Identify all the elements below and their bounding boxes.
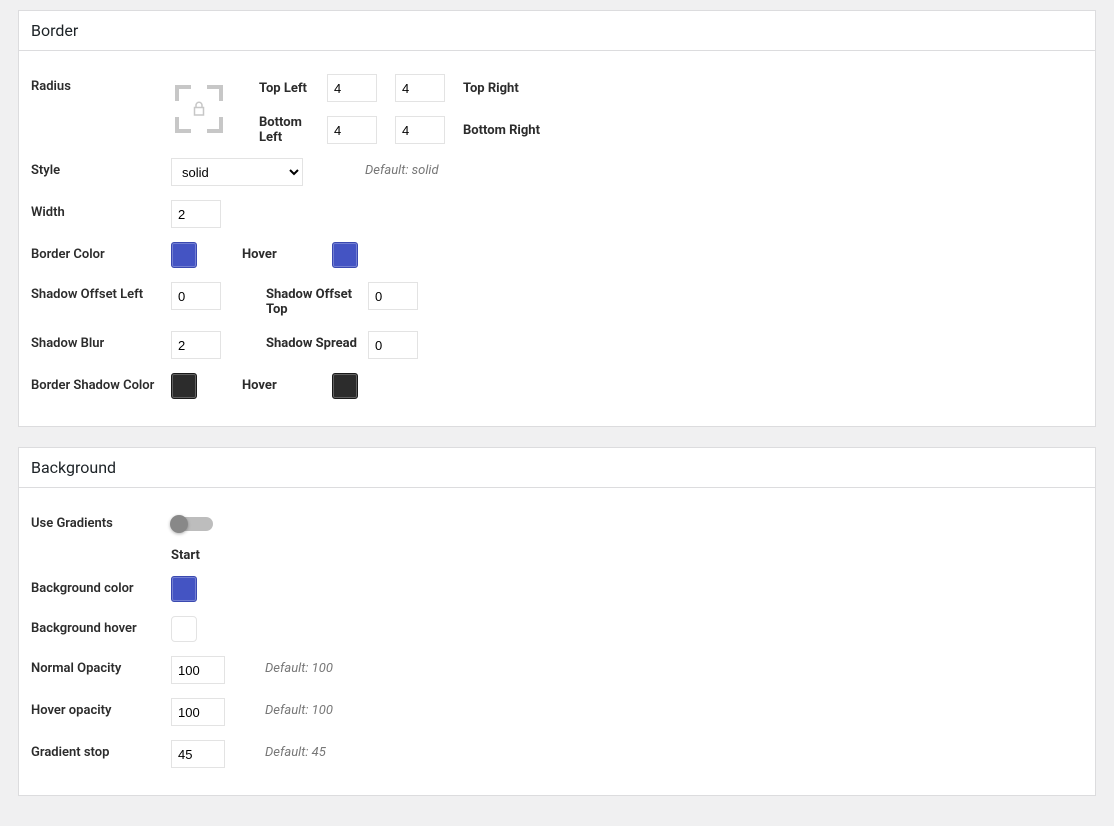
label-style: Style (31, 158, 171, 178)
input-radius-top-right[interactable] (395, 74, 445, 102)
input-normal-opacity[interactable] (171, 656, 225, 684)
label-use-gradients: Use Gradients (31, 511, 171, 531)
label-hover-opacity: Hover opacity (31, 698, 171, 718)
input-shadow-blur[interactable] (171, 331, 221, 359)
swatch-border-color[interactable] (171, 242, 197, 268)
panel-background: Background Use Gradients Start Backgroun… (18, 447, 1096, 796)
label-background-hover: Background hover (31, 616, 171, 636)
label-border-color: Border Color (31, 242, 171, 262)
panel-border-title: Border (19, 11, 1095, 51)
hint-style: Default: solid (365, 158, 439, 178)
label-start: Start (171, 540, 1083, 569)
input-radius-top-left[interactable] (327, 74, 377, 102)
label-gradient-stop: Gradient stop (31, 740, 171, 760)
input-width[interactable] (171, 200, 221, 228)
input-hover-opacity[interactable] (171, 698, 225, 726)
hint-normal-opacity: Default: 100 (265, 656, 333, 676)
label-border-shadow-hover: Hover (242, 373, 322, 393)
label-top-left: Top Left (259, 81, 319, 96)
label-shadow-offset-left: Shadow Offset Left (31, 282, 171, 302)
input-gradient-stop[interactable] (171, 740, 225, 768)
swatch-border-shadow-color[interactable] (171, 373, 197, 399)
input-shadow-offset-left[interactable] (171, 282, 221, 310)
label-border-shadow-color: Border Shadow Color (31, 373, 171, 393)
label-bottom-right: Bottom Right (463, 123, 543, 138)
input-radius-bottom-left[interactable] (327, 116, 377, 144)
label-top-right: Top Right (463, 81, 543, 96)
toggle-use-gradients[interactable] (171, 517, 213, 531)
input-radius-bottom-right[interactable] (395, 116, 445, 144)
swatch-background-hover[interactable] (171, 616, 197, 642)
input-shadow-offset-top[interactable] (368, 282, 418, 310)
label-border-hover: Hover (242, 242, 322, 262)
swatch-border-shadow-hover[interactable] (332, 373, 358, 399)
label-width: Width (31, 200, 171, 220)
lock-icon (190, 100, 208, 118)
label-shadow-blur: Shadow Blur (31, 331, 171, 351)
radius-link-icon[interactable] (171, 81, 227, 137)
panel-border: Border Radius Top Left Top Right Bo (18, 10, 1096, 427)
label-background-color: Background color (31, 576, 171, 596)
label-normal-opacity: Normal Opacity (31, 656, 171, 676)
label-shadow-offset-top: Shadow Offset Top (266, 282, 358, 317)
hint-gradient-stop: Default: 45 (265, 740, 326, 760)
label-bottom-left: Bottom Left (259, 115, 319, 145)
panel-background-title: Background (19, 448, 1095, 488)
label-shadow-spread: Shadow Spread (266, 331, 358, 351)
input-shadow-spread[interactable] (368, 331, 418, 359)
swatch-border-hover[interactable] (332, 242, 358, 268)
hint-hover-opacity: Default: 100 (265, 698, 333, 718)
label-radius: Radius (31, 74, 171, 94)
radius-grid: Top Left Top Right Bottom Left Bottom Ri… (171, 74, 543, 144)
swatch-background-color[interactable] (171, 576, 197, 602)
select-style[interactable]: solid (171, 158, 303, 186)
